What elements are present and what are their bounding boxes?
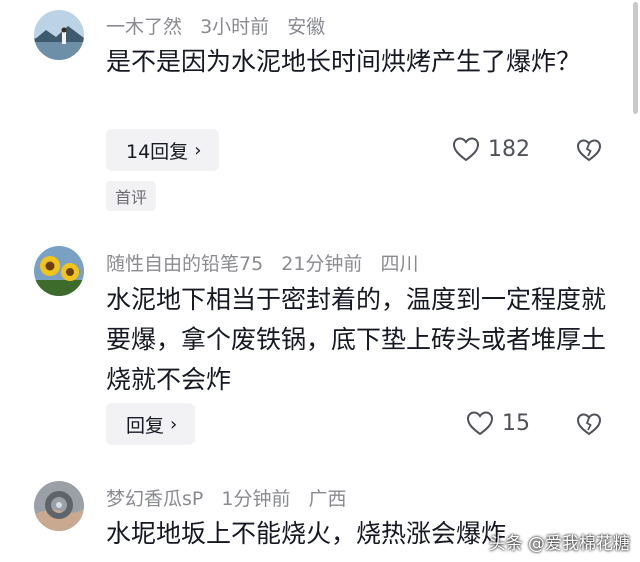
chevron-right-icon: › [170, 413, 178, 435]
broken-heart-icon [576, 413, 602, 436]
like-button[interactable]: 15 [466, 410, 530, 436]
dislike-button[interactable] [576, 412, 602, 440]
username[interactable]: 随性自由的铅笔75 [106, 253, 263, 275]
heart-outline-icon [466, 411, 494, 436]
comment-text: 是不是因为水泥地长时间烘烤产生了爆炸？ [106, 47, 582, 76]
replies-label: 14回复 [126, 140, 189, 163]
first-comment-badge: 首评 [106, 181, 157, 211]
scrollbar[interactable] [633, 2, 638, 114]
location: 安徽 [287, 16, 326, 38]
replies-button[interactable]: 14回复 › [106, 129, 220, 171]
username[interactable]: 梦幻香瓜sP [106, 488, 203, 510]
location: 广西 [308, 488, 347, 510]
timestamp: 1分钟前 [221, 488, 291, 510]
comment-meta: 一木了然 3小时前 安徽 [106, 12, 337, 39]
ring-in-hand-avatar-icon [34, 481, 84, 531]
like-count: 182 [488, 136, 530, 162]
username[interactable]: 一木了然 [106, 16, 182, 38]
replies-button[interactable]: 回复 › [106, 403, 196, 445]
avatar[interactable] [34, 246, 84, 296]
like-count: 15 [502, 410, 530, 436]
timestamp: 21分钟前 [281, 253, 363, 275]
broken-heart-icon [576, 139, 602, 162]
avatar[interactable] [34, 10, 84, 60]
avatar[interactable] [34, 481, 84, 531]
watermark: 头条 @爱我棉花糖 [488, 534, 630, 554]
comments-page: 一木了然 3小时前 安徽 是不是因为水泥地长时间烘烤产生了爆炸？ 14回复 › … [0, 0, 640, 562]
replies-label: 回复 [126, 414, 165, 437]
comment-meta: 梦幻香瓜sP 1分钟前 广西 [106, 484, 359, 511]
timestamp: 3小时前 [200, 16, 270, 38]
dislike-button[interactable] [576, 138, 602, 166]
location: 四川 [380, 253, 419, 275]
chevron-right-icon: › [194, 139, 202, 161]
like-button[interactable]: 182 [452, 136, 530, 162]
lake-landscape-avatar-icon [34, 10, 84, 60]
comment-meta: 随性自由的铅笔75 21分钟前 四川 [106, 249, 430, 276]
heart-outline-icon [452, 137, 480, 162]
comment-text: 水泥地下相当于密封着的，温度到一定程度就要爆，拿个废铁锅，底下垫上砖头或者堆厚土… [106, 285, 607, 394]
sunflower-avatar-icon [34, 246, 84, 296]
